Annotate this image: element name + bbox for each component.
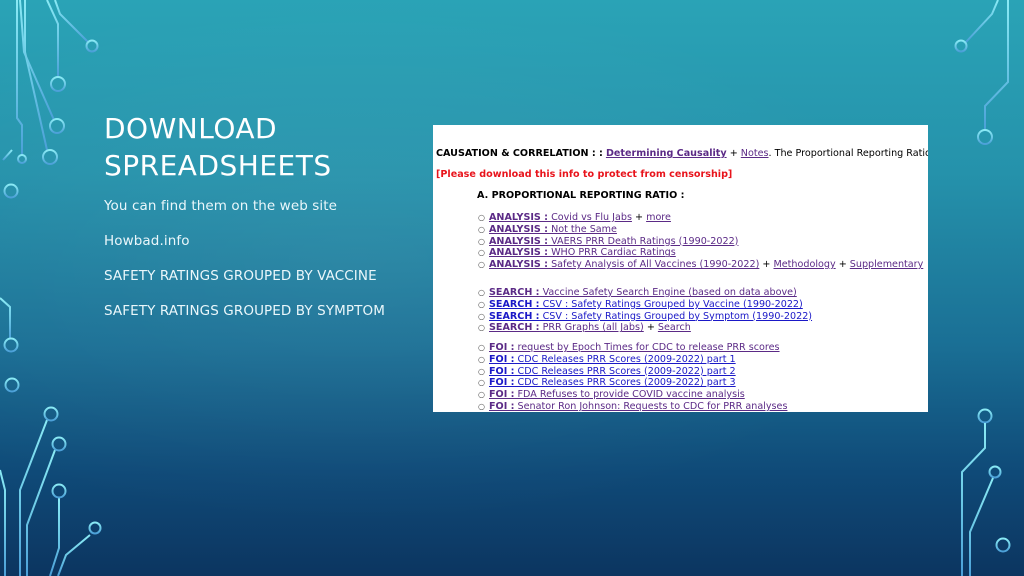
screenshot-header: CAUSATION & CORRELATION : : Determining … (436, 148, 928, 160)
list-item: ○ ANALYSIS : WHO PRR Cardiac Ratings (478, 247, 676, 259)
plus-separator: + (729, 148, 738, 159)
circuit-node (3, 183, 19, 199)
list-item-link[interactable]: SEARCH : CSV : Safety Ratings Grouped by… (489, 299, 803, 310)
extra-link[interactable]: Methodology (773, 259, 835, 270)
link-category-label: SEARCH : (489, 287, 540, 298)
list-item: ○ ANALYSIS : VAERS PRR Death Ratings (199… (478, 236, 738, 248)
list-item: ○ FOI : CDC Releases PRR Scores (2009-202… (478, 354, 736, 366)
link-category-label: SEARCH : (489, 298, 540, 310)
link-category-label: SEARCH : (489, 322, 540, 334)
plus-separator: + (643, 322, 658, 334)
list-item-link[interactable]: FOI : Senator Ron Johnson: Requests to C… (489, 401, 787, 412)
determining-causality-link[interactable]: Determining Causality (606, 148, 727, 159)
plus-separator: + (631, 212, 647, 223)
bullet-icon: ○ (478, 311, 485, 321)
title-line: SPREADSHEETS (104, 149, 332, 182)
list-item-link[interactable]: FOI : CDC Releases PRR Scores (2009-2022… (489, 377, 736, 388)
slide-bullets: You can find them on the web site Howbad… (104, 196, 385, 336)
link-category-label: FOI : (489, 365, 515, 377)
list-item-link[interactable]: ANALYSIS : VAERS PRR Death Ratings (1990… (489, 236, 738, 247)
bullet-web-site: You can find them on the web site (104, 198, 338, 214)
link-category-label: FOI : (489, 353, 515, 365)
list-item: ○ FOI : Senator Ron Johnson: Requests to … (478, 401, 787, 412)
list-item: ○ FOI : CDC Releases PRR Scores (2009-202… (478, 377, 736, 389)
extra-link[interactable]: Supplementary (850, 259, 924, 270)
bullet-grouped-by-symptom: SAFETY RATINGS GROUPED BY SYMPTOM (104, 303, 385, 319)
list-item: ○ ANALYSIS : Safety Analysis of All Vacci… (478, 259, 923, 271)
notes-link[interactable]: Notes (741, 148, 769, 159)
censorship-warning: [Please download this info to protect fr… (436, 169, 733, 180)
list-item-link[interactable]: FOI : CDC Releases PRR Scores (2009-2022… (489, 366, 736, 377)
list-item-link[interactable]: ANALYSIS : Covid vs Flu Jabs (489, 212, 632, 223)
bullet-howbad-info: Howbad.info (104, 233, 190, 249)
link-category-label: ANALYSIS : (489, 247, 549, 259)
list-item: ○ SEARCH : Vaccine Safety Search Engine (… (478, 287, 797, 299)
bullet-icon: ○ (478, 248, 485, 258)
bullet-icon: ○ (478, 288, 485, 297)
link-category-label: ANALYSIS : (489, 259, 549, 271)
title-line: DOWNLOAD (104, 112, 278, 145)
bullet-icon: ○ (478, 323, 485, 333)
list-item-link[interactable]: FOI : request by Epoch Times for CDC to … (489, 342, 780, 353)
header-suffix: . The Proportional Reporting Ratio (768, 148, 928, 159)
link-category-label: FOI : (489, 342, 515, 353)
list-item-link[interactable]: FOI : CDC Releases PRR Scores (2009-2022… (489, 354, 736, 365)
link-category-label: ANALYSIS : (489, 223, 549, 235)
link-category-label: ANALYSIS : (489, 235, 549, 247)
plus-separator: + (759, 259, 774, 271)
list-item: ○ ANALYSIS : Covid vs Flu Jabs + more (478, 212, 671, 224)
link-category-label: FOI : (489, 401, 515, 412)
extra-link[interactable]: more (646, 212, 671, 223)
header-prefix: CAUSATION & CORRELATION : : (436, 148, 603, 159)
list-item-link[interactable]: SEARCH : CSV : Safety Ratings Grouped by… (489, 311, 812, 322)
list-item: ○ SEARCH : CSV : Safety Ratings Grouped b… (478, 299, 803, 311)
list-item: ○ SEARCH : PRR Graphs (all Jabs) + Search (478, 322, 691, 334)
link-category-label: FOI : (489, 389, 515, 401)
list-item: ○ FOI : request by Epoch Times for CDC to… (478, 342, 780, 354)
list-item-link[interactable]: ANALYSIS : WHO PRR Cardiac Ratings (489, 247, 676, 258)
link-category-label: FOI : (489, 377, 515, 389)
extra-link[interactable]: Search (658, 322, 691, 333)
bullet-icon: ○ (478, 299, 485, 309)
list-item: ○ FOI : CDC Releases PRR Scores (2009-202… (478, 366, 736, 378)
bullet-icon: ○ (478, 354, 485, 364)
bullet-icon: ○ (478, 260, 485, 270)
list-item-link[interactable]: FOI : FDA Refuses to provide COVID vacci… (489, 389, 745, 400)
section-title: A. PROPORTIONAL REPORTING RATIO : (477, 190, 685, 201)
list-item-link[interactable]: SEARCH : PRR Graphs (all Jabs) (489, 322, 644, 333)
list-item-link[interactable]: ANALYSIS : Safety Analysis of All Vaccin… (489, 259, 759, 270)
bullet-icon: ○ (478, 366, 485, 376)
link-category-label: ANALYSIS : (489, 212, 549, 223)
list-item-link[interactable]: SEARCH : Vaccine Safety Search Engine (b… (489, 287, 797, 298)
bullet-icon: ○ (478, 236, 485, 246)
list-item: ○ FOI : FDA Refuses to provide COVID vacc… (478, 389, 745, 401)
bullet-icon: ○ (478, 390, 485, 400)
website-screenshot: CAUSATION & CORRELATION : : Determining … (433, 125, 928, 412)
list-item-link[interactable]: ANALYSIS : Not the Same (489, 224, 617, 235)
list-item: ○ ANALYSIS : Not the Same (478, 224, 617, 236)
bullet-icon: ○ (478, 343, 485, 352)
bullet-icon: ○ (478, 213, 485, 222)
bullet-icon: ○ (478, 402, 485, 411)
list-item: ○ SEARCH : CSV : Safety Ratings Grouped b… (478, 311, 812, 323)
slide-title: DOWNLOAD SPREADSHEETS (104, 110, 332, 184)
plus-separator: + (835, 259, 850, 271)
bullet-icon: ○ (478, 378, 485, 388)
bullet-icon: ○ (478, 224, 485, 234)
bullet-grouped-by-vaccine: SAFETY RATINGS GROUPED BY VACCINE (104, 268, 377, 284)
link-category-label: SEARCH : (489, 310, 540, 322)
